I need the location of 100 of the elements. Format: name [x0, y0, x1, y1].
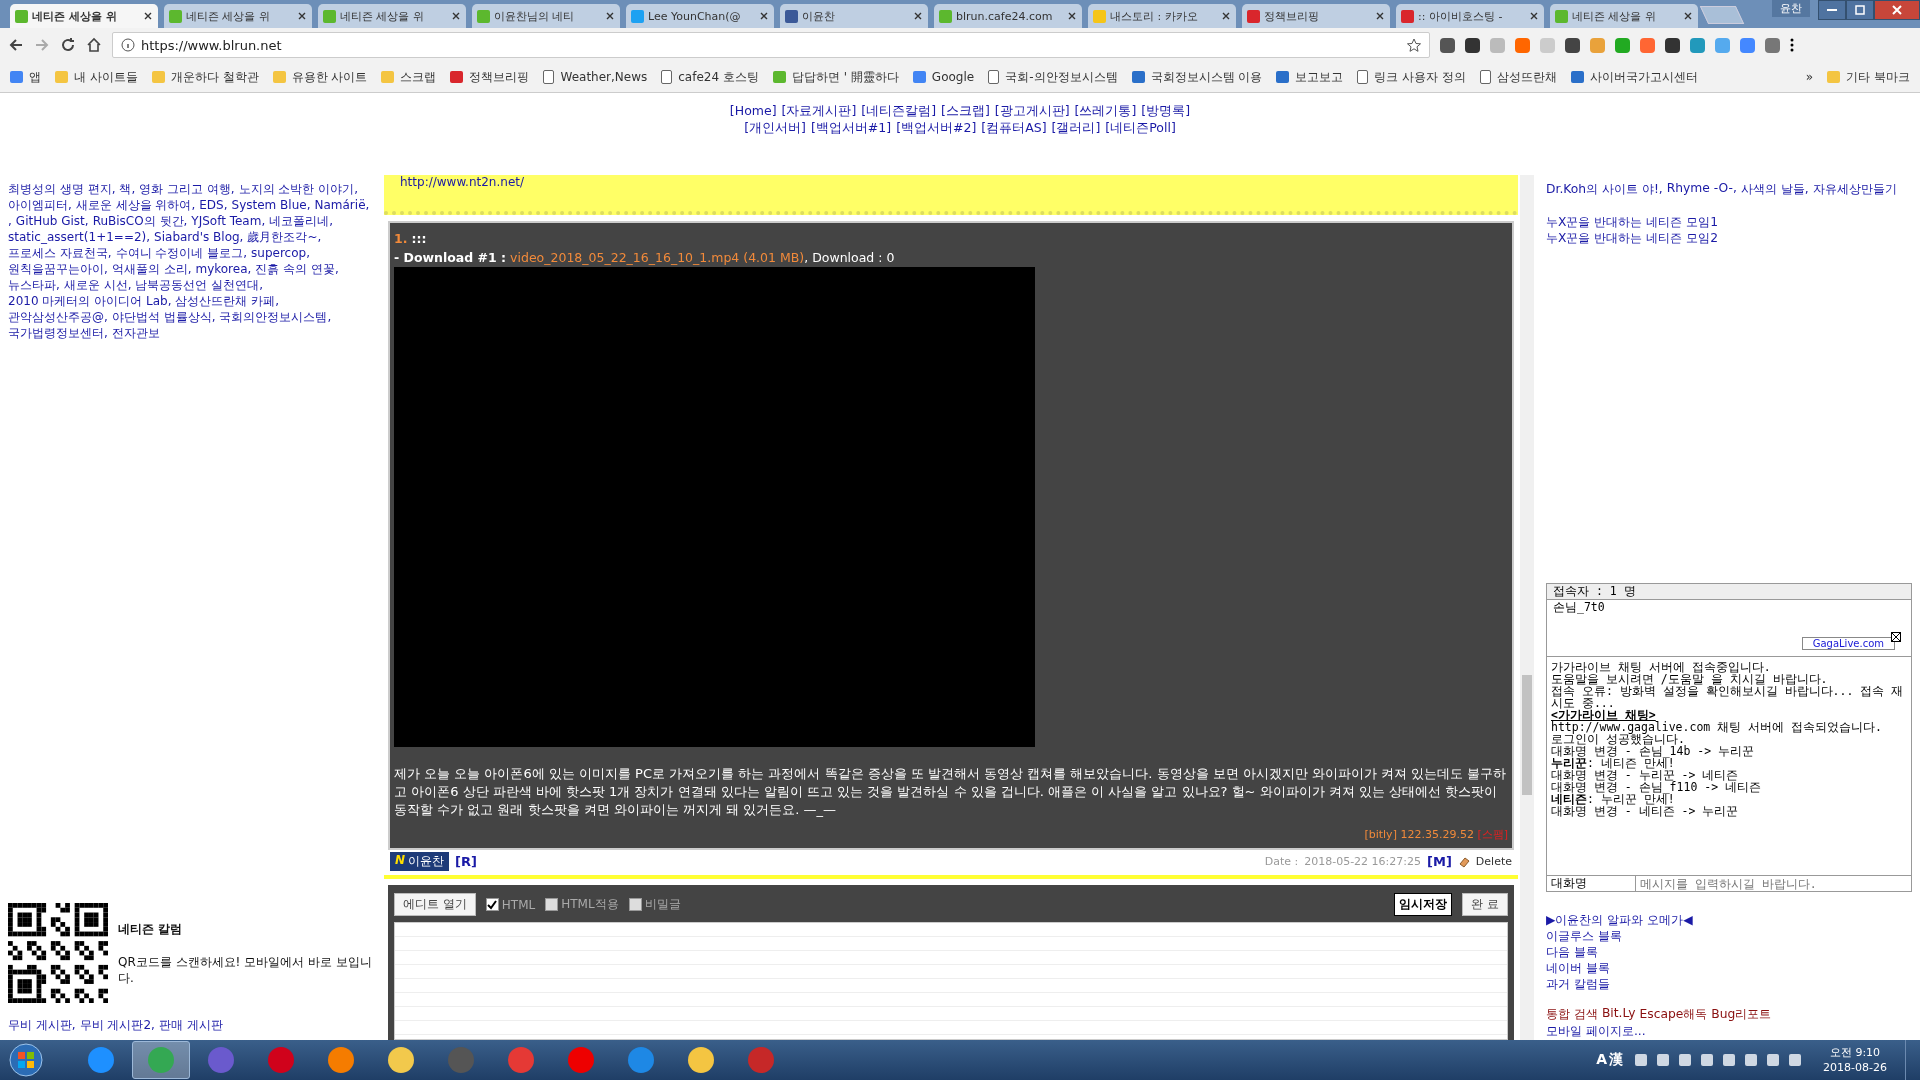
blog-link[interactable]: 노지의 소박한 이야기,	[238, 181, 358, 197]
start-button[interactable]	[8, 1042, 44, 1078]
blog-link[interactable]: 진흙 속의 연꽃,	[255, 261, 339, 277]
blog-link[interactable]: 프로세스 자료천국,	[8, 245, 112, 261]
file-link[interactable]: video_2018_05_22_16_16_10_1.mp4 (4.01 MB)	[510, 250, 805, 265]
nav-link[interactable]: [자료게시판]	[781, 103, 857, 120]
tray-icon[interactable]	[1767, 1054, 1780, 1066]
clock-time[interactable]: 오전 9:10	[1829, 1045, 1881, 1060]
chat-brand-link[interactable]: GagaLive.com	[1801, 637, 1895, 650]
bookmark-item[interactable]: 스크랩	[381, 68, 437, 86]
other-bookmarks-item[interactable]: 기타 북마크	[1827, 68, 1910, 86]
done-button[interactable]: 완 료	[1462, 893, 1508, 916]
tray-icon[interactable]	[1701, 1054, 1714, 1066]
nav-link[interactable]: [방명록]	[1141, 103, 1191, 120]
address-field[interactable]: https://www.blrun.net	[112, 32, 1430, 58]
nav-link[interactable]: [갤러리]	[1051, 120, 1101, 137]
scrollbar[interactable]	[1520, 175, 1534, 1040]
close-icon[interactable]	[1067, 11, 1077, 21]
close-icon[interactable]	[605, 11, 615, 21]
clock-date[interactable]: 2018-08-26	[1823, 1060, 1887, 1075]
nav-link[interactable]: [개인서버]	[744, 120, 806, 137]
blog-link[interactable]: 歲月한조각~,	[247, 229, 322, 245]
extension-icon[interactable]	[1665, 37, 1680, 53]
blog-link[interactable]: GitHub Gist,	[15, 213, 89, 229]
close-icon[interactable]	[451, 11, 461, 21]
group-link[interactable]: 누X꾼을 반대하는 네티즌 모임2	[1546, 230, 1912, 246]
ime-indicator[interactable]: A	[1596, 1051, 1608, 1069]
nav-link[interactable]: [컴퓨터AS]	[981, 120, 1047, 137]
close-icon[interactable]	[297, 11, 307, 21]
blog-link[interactable]: 남북공동선언 실천연대,	[135, 277, 264, 293]
bookmark-item[interactable]: 앱	[10, 68, 41, 86]
menu-icon[interactable]	[1790, 37, 1794, 53]
nav-link[interactable]: [네티즌칼럼]	[861, 103, 937, 120]
tray-icon[interactable]	[1745, 1054, 1758, 1066]
ime-indicator[interactable]: 漢	[1609, 1051, 1624, 1069]
blog-link[interactable]: 삼성산뜨란채 카페,	[175, 293, 280, 309]
close-icon[interactable]	[913, 11, 923, 21]
browser-tab[interactable]: 네티즌 세상을 위	[10, 4, 158, 28]
nav-link[interactable]: [네티즌Poll]	[1105, 120, 1176, 137]
bookmark-item[interactable]: Weather,News	[543, 70, 648, 84]
tray-icon[interactable]	[1657, 1054, 1670, 1066]
reply-link[interactable]: [R]	[455, 854, 477, 869]
blog-link[interactable]: supercop,	[251, 245, 310, 261]
browser-tab[interactable]: Lee YounChan(@	[626, 4, 774, 28]
save-draft-button[interactable]: 임시저장	[1394, 893, 1453, 916]
nav-link[interactable]: [백업서버#2]	[896, 120, 977, 137]
browser-tab[interactable]: 이윤찬	[780, 4, 928, 28]
blog-link[interactable]: EDS,	[199, 197, 228, 213]
blog-link[interactable]: RuBisCO의 뒷간,	[92, 213, 188, 229]
board-link[interactable]: 무비 게시판,	[8, 1017, 76, 1034]
blog-link[interactable]: 과거 칼럼들	[1546, 976, 1912, 992]
bookmark-item[interactable]: 답답하면 ' 開靈하다	[772, 68, 899, 86]
blog-link[interactable]: Siabard's Blog,	[154, 229, 244, 245]
nav-link[interactable]: [쓰레기통]	[1074, 103, 1137, 120]
star-icon[interactable]	[1407, 38, 1421, 52]
checkbox[interactable]	[545, 898, 559, 911]
blog-link[interactable]: 책, 영화 그리고 여행,	[119, 181, 235, 197]
back-icon[interactable]	[8, 37, 24, 53]
close-icon[interactable]	[1683, 11, 1693, 21]
blog-link[interactable]: ,	[8, 213, 12, 229]
extension-icon[interactable]	[1565, 37, 1580, 53]
blog-link[interactable]: 새로운 시선,	[63, 277, 132, 293]
mobile-link[interactable]: 모바일 페이지로...	[1546, 1023, 1912, 1040]
blog-link[interactable]: 2010 마케터의 아이디어 Lab,	[8, 293, 172, 309]
board-link[interactable]: 판매 게시판	[158, 1017, 223, 1034]
blog-link[interactable]: 다음 블록	[1546, 944, 1912, 960]
board-link[interactable]: 무비 게시판2,	[79, 1017, 155, 1034]
site-link[interactable]: http://www.nt2n.net/	[400, 175, 525, 189]
extension-icon[interactable]	[1440, 37, 1455, 53]
bookmark-item[interactable]: 개운하다 철학관	[151, 68, 259, 86]
browser-tab[interactable]: 네티즌 세상을 위	[318, 4, 466, 28]
chat-user[interactable]: 손님_7t0	[1553, 600, 1905, 615]
blog-link[interactable]: 수여니 수정이네 블로그,	[115, 245, 248, 261]
blog-link[interactable]: 원칙을꿈꾸는아이,	[8, 261, 108, 277]
bookmark-item[interactable]: 사이버국가고시센터	[1571, 68, 1698, 86]
bookmark-item[interactable]: cafe24 호스팅	[661, 68, 759, 86]
bookmark-item[interactable]: 정책브리핑	[450, 68, 530, 86]
close-icon[interactable]	[759, 11, 769, 21]
bookmark-item[interactable]: 삼성뜨란채	[1480, 68, 1557, 86]
blog-link[interactable]: 아이엠피터,	[8, 197, 72, 213]
blog-link[interactable]: 야단법석 법률상식,	[111, 309, 216, 325]
comment-input[interactable]	[394, 922, 1508, 1040]
tray-icon[interactable]	[1789, 1054, 1802, 1066]
maximize-button[interactable]	[1846, 0, 1874, 20]
nav-link[interactable]: [광고게시판]	[994, 103, 1070, 120]
tool-link[interactable]: Escape해독	[1639, 1006, 1708, 1023]
bookmark-item[interactable]: 유용한 사이트	[272, 68, 368, 86]
open-editor-button[interactable]: 에디트 열기	[394, 893, 476, 916]
browser-tab[interactable]: 내스토리 : 카카오	[1088, 4, 1236, 28]
blog-link[interactable]: 관악삼성산주공@,	[8, 309, 108, 325]
blog-link[interactable]: static_assert(1+1==2),	[8, 229, 151, 245]
close-icon[interactable]	[1375, 11, 1385, 21]
blog-link[interactable]: 억새풀의 소리,	[111, 261, 192, 277]
blog-link[interactable]: System Blue,	[231, 197, 311, 213]
blog-link[interactable]: 전자관보	[111, 325, 160, 341]
tool-link[interactable]: 통합 검색	[1546, 1006, 1598, 1023]
close-icon[interactable]	[1529, 11, 1539, 21]
close-button[interactable]	[1874, 0, 1920, 20]
more-bookmarks-button[interactable]: »	[1805, 70, 1814, 84]
browser-tab[interactable]: 네티즌 세상을 위	[164, 4, 312, 28]
